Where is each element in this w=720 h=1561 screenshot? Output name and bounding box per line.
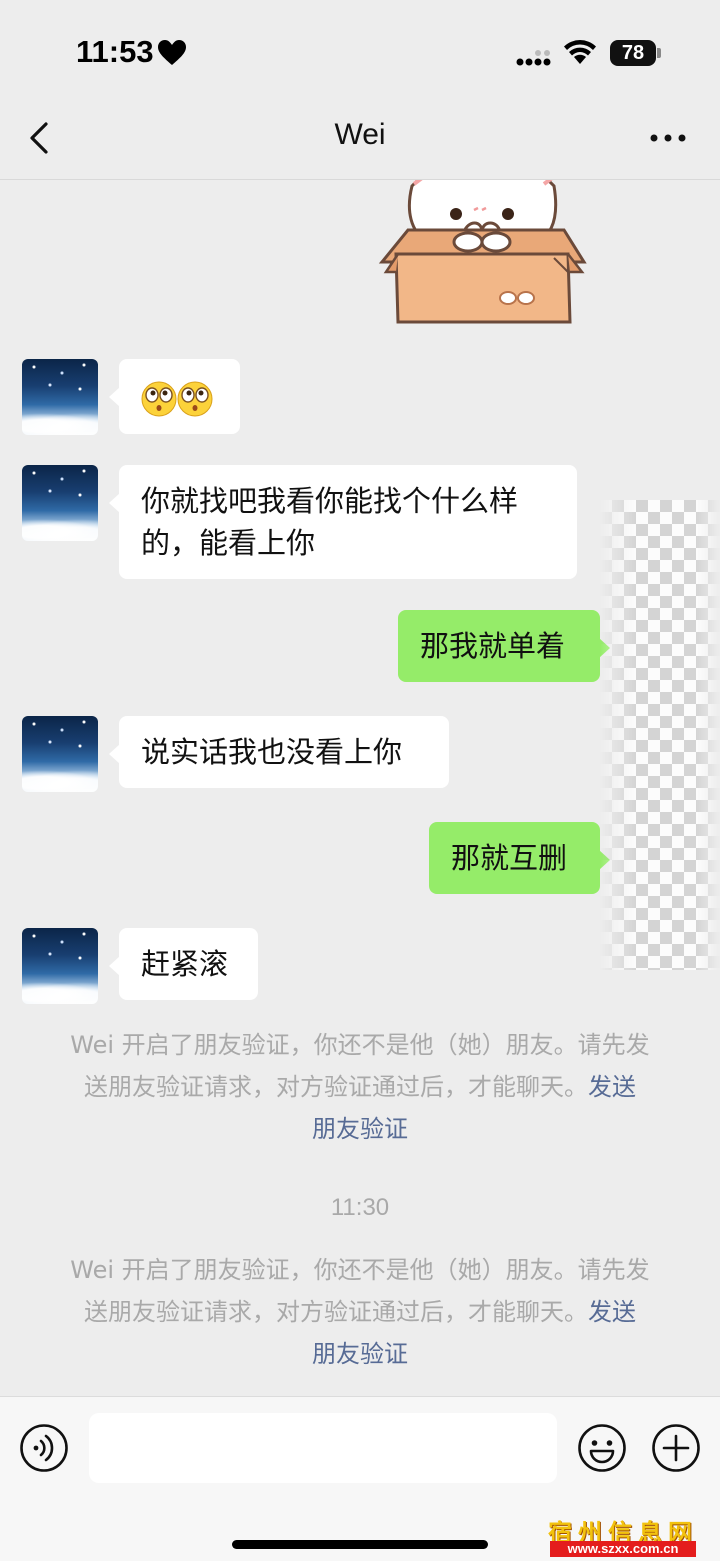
staring-eyes-emoji: [141, 381, 177, 417]
message-text: 赶紧滚: [141, 947, 229, 981]
message-bubble-emoji[interactable]: [109, 359, 240, 434]
contact-avatar[interactable]: [22, 465, 98, 541]
message-bubble-outgoing[interactable]: 那就互删: [429, 822, 610, 894]
notice-line: 送朋友验证请求，对方验证通过后，才能聊天。发送: [54, 1291, 666, 1333]
status-time: 11:53: [76, 34, 154, 69]
message-text: 说实话我也没看上你: [141, 735, 403, 769]
battery-icon: 78: [610, 40, 661, 66]
emoji-icon[interactable]: [577, 1423, 627, 1473]
notice-text: 送朋友验证请求，对方验证通过后，才能聊天。: [84, 1073, 588, 1101]
staring-eyes-emoji: [177, 381, 213, 417]
message-bubble-incoming[interactable]: 赶紧滚: [109, 928, 258, 1000]
friend-verification-notice: Wei 开启了朋友验证，你还不是他（她）朋友。请先发 送朋友验证请求，对方验证通…: [54, 1024, 666, 1150]
avatar-stars: [22, 465, 98, 505]
message-timestamp: 11:30: [330, 1194, 390, 1221]
battery-level: 78: [610, 40, 656, 66]
message-text-line: 你就找吧我看你能找个什么样: [141, 484, 519, 518]
avatar-clouds: [22, 411, 98, 435]
notice-line: Wei 开启了朋友验证，你还不是他（她）朋友。请先发: [70, 1031, 650, 1059]
chat-title: Wei: [334, 118, 386, 151]
notice-text: 送朋友验证请求，对方验证通过后，才能聊天。: [84, 1298, 588, 1326]
avatar-stars: [22, 359, 98, 399]
plus-icon[interactable]: [651, 1423, 701, 1473]
avatar-stars: [22, 928, 98, 968]
friend-verification-notice: Wei 开启了朋友验证，你还不是他（她）朋友。请先发 送朋友验证请求，对方验证通…: [54, 1249, 666, 1375]
notice-line: Wei 开启了朋友验证，你还不是他（她）朋友。请先发: [70, 1256, 650, 1284]
heart-icon: [158, 40, 186, 65]
home-indicator[interactable]: [232, 1540, 488, 1549]
message-text: 那我就单着: [420, 629, 566, 663]
watermark-url: www.szxx.com.cn: [550, 1541, 696, 1557]
avatar-clouds: [22, 980, 98, 1004]
notice-line: 送朋友验证请求，对方验证通过后，才能聊天。发送: [54, 1066, 666, 1108]
message-bubble-incoming[interactable]: 你就找吧我看你能找个什么样 的，能看上你: [109, 465, 577, 579]
transparency-artifact: [600, 500, 720, 970]
avatar-stars: [22, 716, 98, 756]
voice-icon[interactable]: [19, 1423, 69, 1473]
send-verification-link[interactable]: 发送: [588, 1298, 636, 1326]
send-verification-link[interactable]: 朋友验证: [54, 1108, 666, 1150]
send-verification-link[interactable]: 发送: [588, 1073, 636, 1101]
cat-in-box-sticker[interactable]: [378, 180, 588, 330]
avatar-clouds: [22, 768, 98, 792]
send-verification-link[interactable]: 朋友验证: [54, 1333, 666, 1375]
signal-icon: [516, 50, 551, 66]
message-input[interactable]: [89, 1413, 557, 1483]
contact-avatar[interactable]: [22, 359, 98, 435]
message-text: 那就互删: [451, 841, 568, 875]
avatar-clouds: [22, 517, 98, 541]
more-dots-icon[interactable]: [648, 128, 688, 148]
battery-cap: [657, 48, 661, 58]
message-text-line: 的，能看上你: [141, 526, 316, 560]
top-bar: 11:53 78 Wei: [0, 0, 720, 180]
message-bubble-incoming[interactable]: 说实话我也没看上你: [109, 716, 449, 788]
site-watermark: 宿州信息网 www.szxx.com.cn: [548, 1513, 698, 1557]
contact-avatar[interactable]: [22, 716, 98, 792]
contact-avatar[interactable]: [22, 928, 98, 1004]
wifi-icon: [564, 40, 596, 64]
message-bubble-outgoing[interactable]: 那我就单着: [398, 610, 610, 682]
